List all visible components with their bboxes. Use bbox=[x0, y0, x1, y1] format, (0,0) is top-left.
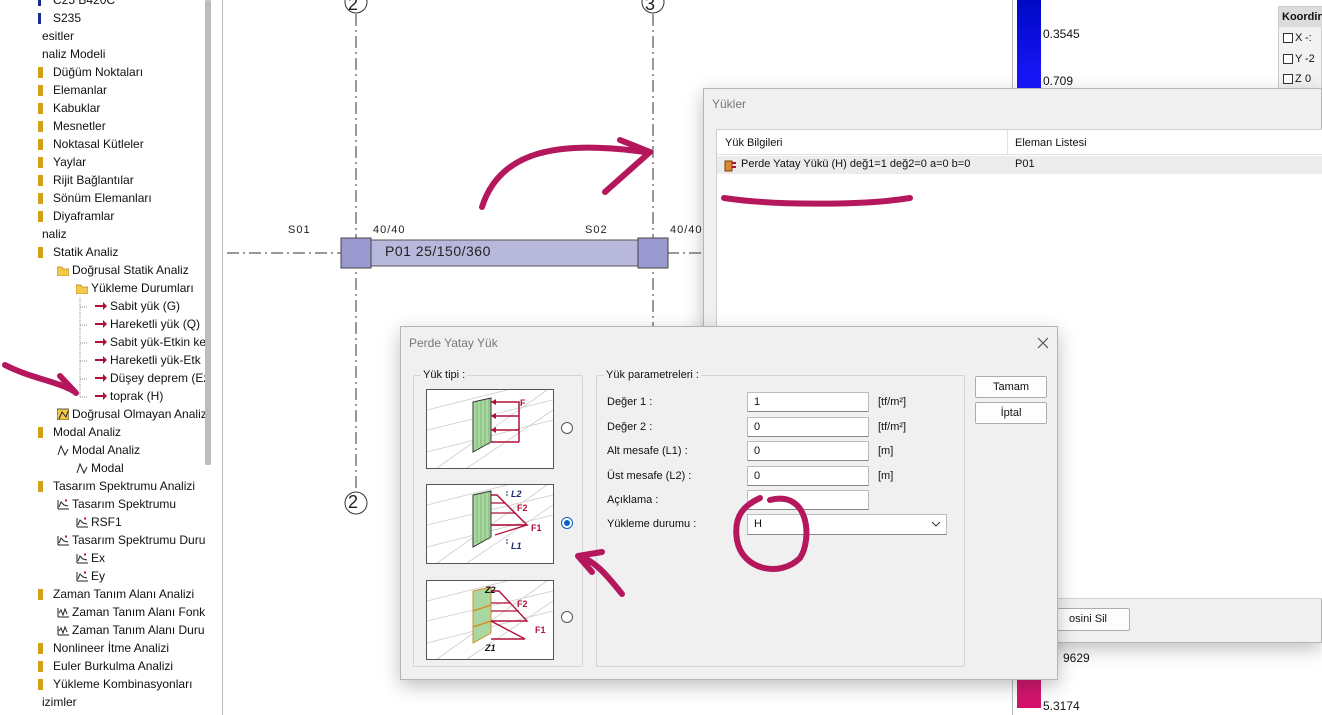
load-type-trapezoid-radio[interactable] bbox=[561, 517, 573, 529]
perde-yatay-yuk-dialog: Perde Yatay Yük Yük tipi : F L2 F2 F1 L1… bbox=[400, 326, 1058, 680]
axis-label-2-top: 2 bbox=[348, 0, 360, 14]
deger2-input[interactable]: 0 bbox=[747, 417, 869, 437]
load-elements: P01 bbox=[1015, 158, 1035, 170]
yukleme-durumu-select[interactable]: H bbox=[747, 514, 947, 535]
column-label-s01: S01 bbox=[288, 224, 311, 236]
svg-text:F2: F2 bbox=[517, 599, 528, 609]
dialog-title: Perde Yatay Yük bbox=[409, 336, 498, 350]
load-type-uniform-radio[interactable] bbox=[561, 422, 573, 434]
y-value: -2 bbox=[1305, 53, 1315, 65]
wall-load-icon bbox=[724, 160, 736, 172]
deger1-unit: [tf/m²] bbox=[878, 396, 907, 408]
deger1-label: Değer 1 : bbox=[607, 396, 653, 408]
ust-mesafe-unit: [m] bbox=[878, 470, 894, 482]
load-list-header: Yük Bilgileri Eleman Listesi bbox=[717, 130, 1322, 155]
column-yuk-bilgileri[interactable]: Yük Bilgileri bbox=[725, 137, 782, 149]
axis-label-2-bottom: 2 bbox=[348, 492, 360, 512]
deger1-input[interactable]: 1 bbox=[747, 392, 869, 412]
uniform-f-label: F bbox=[520, 398, 526, 408]
coordinates-title: Koordin bbox=[1279, 7, 1322, 27]
coordinates-panel: Koordin X -: Y -2 Z 0 bbox=[1278, 6, 1322, 90]
scale-value-4: 5.3174 bbox=[1043, 699, 1080, 713]
x-value: -: bbox=[1305, 32, 1312, 44]
chevron-down-icon bbox=[931, 521, 941, 527]
ust-mesafe-label: Üst mesafe (L2) : bbox=[607, 470, 692, 482]
svg-text:L1: L1 bbox=[511, 541, 522, 551]
column-label-s02: S02 bbox=[585, 224, 608, 236]
scale-bar-top bbox=[1017, 0, 1041, 90]
ust-mesafe-input[interactable]: 0 bbox=[747, 466, 869, 486]
svg-text:F1: F1 bbox=[531, 523, 542, 533]
y-checkbox[interactable] bbox=[1283, 54, 1293, 64]
column-s02 bbox=[637, 237, 669, 269]
svg-text:Z2: Z2 bbox=[484, 585, 496, 595]
z-value: 0 bbox=[1305, 73, 1312, 85]
load-row[interactable]: Perde Yatay Yükü (H) değ1=1 değ2=0 a=0 b… bbox=[717, 156, 1322, 174]
svg-text:F2: F2 bbox=[517, 503, 528, 513]
column-size-s02: 40/40 bbox=[670, 224, 703, 236]
svg-text:L2: L2 bbox=[511, 489, 522, 499]
column-s01 bbox=[340, 237, 372, 269]
yukleme-durumu-label: Yükleme durumu : bbox=[607, 518, 697, 530]
scale-value-2: 0.709 bbox=[1043, 74, 1074, 88]
z-label: Z bbox=[1295, 73, 1302, 85]
cancel-button[interactable]: İptal bbox=[975, 402, 1047, 424]
column-size-s01: 40/40 bbox=[373, 224, 406, 236]
load-parameters-label: Yük parametreleri : bbox=[604, 369, 701, 381]
alt-mesafe-label: Alt mesafe (L1) : bbox=[607, 445, 688, 457]
scale-value-3: 9629 bbox=[1063, 651, 1090, 665]
y-label: Y bbox=[1295, 53, 1303, 65]
close-icon[interactable] bbox=[1036, 336, 1050, 350]
yukleme-durumu-value: H bbox=[754, 518, 762, 530]
trapezoid-load-diagram: L2 F2 F1 L1 bbox=[426, 484, 554, 564]
delete-load-button[interactable]: osini Sil bbox=[1046, 608, 1130, 631]
load-type-depth-radio[interactable] bbox=[561, 611, 573, 623]
load-type-group: Yük tipi : F L2 F2 F1 L1 Z2 F2 F1 Z1 bbox=[413, 369, 583, 667]
yukler-title: Yükler bbox=[712, 97, 747, 111]
aciklama-input[interactable] bbox=[747, 490, 869, 510]
deger2-label: Değer 2 : bbox=[607, 421, 653, 433]
ok-button[interactable]: Tamam bbox=[975, 376, 1047, 398]
deger2-unit: [tf/m²] bbox=[878, 421, 907, 433]
load-type-depth-image[interactable]: Z2 F2 F1 Z1 bbox=[426, 580, 554, 660]
tree-scrollbar[interactable] bbox=[205, 0, 211, 465]
alt-mesafe-unit: [m] bbox=[878, 445, 894, 457]
load-type-trapezoid-image[interactable]: L2 F2 F1 L1 bbox=[426, 484, 554, 564]
column-eleman-listesi[interactable]: Eleman Listesi bbox=[1015, 137, 1087, 149]
tree-connector-lines bbox=[79, 298, 88, 398]
aciklama-label: Açıklama : bbox=[607, 494, 659, 506]
axis-label-3-top: 3 bbox=[645, 0, 657, 14]
svg-text:F1: F1 bbox=[535, 625, 546, 635]
wall-label: P01 25/150/360 bbox=[385, 243, 491, 259]
load-type-label: Yük tipi : bbox=[421, 369, 468, 381]
scale-value-1: 0.3545 bbox=[1043, 27, 1080, 41]
model-tree-panel: C25 B420C S235 esitler naliz Modeli Düğüm No… bbox=[0, 0, 210, 715]
x-checkbox[interactable] bbox=[1283, 33, 1293, 43]
load-parameters-group: Yük parametreleri : Değer 1 : 1 [tf/m²] … bbox=[596, 369, 965, 667]
svg-text:Z1: Z1 bbox=[484, 643, 496, 653]
alt-mesafe-input[interactable]: 0 bbox=[747, 441, 869, 461]
load-description: Perde Yatay Yükü (H) değ1=1 değ2=0 a=0 b… bbox=[741, 158, 971, 170]
uniform-load-diagram: F bbox=[426, 389, 554, 469]
z-checkbox[interactable] bbox=[1283, 74, 1293, 84]
load-type-uniform-image[interactable]: F bbox=[426, 389, 554, 469]
x-label: X bbox=[1295, 32, 1303, 44]
depth-load-diagram: Z2 F2 F1 Z1 bbox=[426, 580, 554, 660]
